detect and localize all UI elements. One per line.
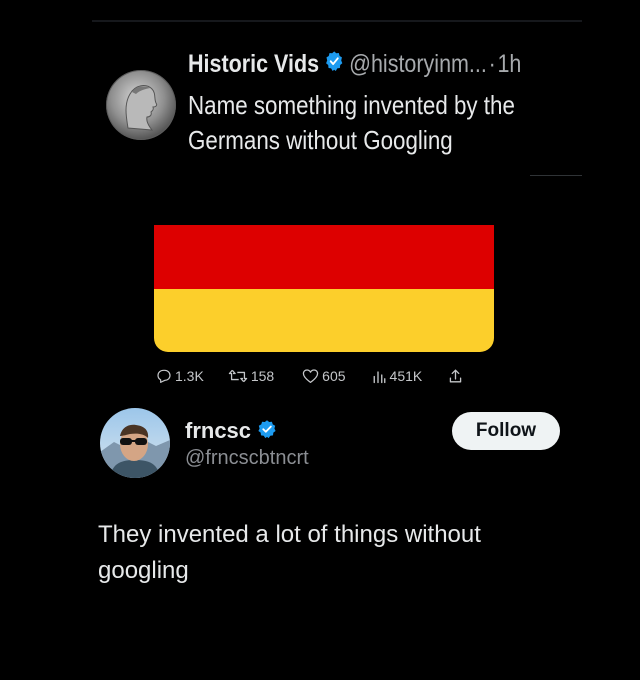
tweet-time[interactable]: 1h: [497, 48, 521, 80]
views-button[interactable]: 451K: [372, 368, 423, 384]
share-icon: [448, 368, 463, 384]
retweet-count: 158: [250, 368, 275, 384]
tweet-action-bar: 1.3K 158 605 451K: [156, 364, 463, 388]
share-button[interactable]: [448, 368, 463, 384]
header-separator: ·: [488, 50, 496, 78]
flag-stripe-red: [154, 225, 494, 289]
reply-author-row: frncsc: [185, 418, 277, 444]
quoted-author-name[interactable]: Historic Vids: [188, 48, 319, 80]
heart-icon: [302, 368, 319, 384]
reply-count: 1.3K: [175, 368, 204, 384]
flag-stripe-black: [154, 162, 494, 226]
quoted-tweet-header: Historic Vids @historyinm... · 1h: [188, 48, 521, 80]
verified-badge-icon: [257, 419, 277, 444]
quoted-tweet-text: Name something invented by the Germans w…: [188, 90, 515, 155]
retweet-icon: [228, 368, 248, 384]
side-divider: [530, 175, 582, 176]
views-chart-icon: [372, 369, 387, 384]
quoted-author-handle[interactable]: @historyinm...: [349, 48, 487, 80]
verified-badge-icon: [325, 48, 344, 80]
retweet-button[interactable]: 158: [228, 368, 274, 384]
historic-vids-avatar[interactable]: [106, 70, 176, 140]
views-count: 451K: [389, 368, 423, 384]
reply-author-handle[interactable]: @frncscbtncrt: [185, 447, 309, 470]
follow-button[interactable]: Follow: [452, 412, 560, 450]
like-count: 605: [322, 368, 346, 384]
flag-stripe-gold: [154, 288, 494, 352]
german-flag-image[interactable]: [154, 162, 494, 352]
reply-button[interactable]: 1.3K: [156, 368, 204, 384]
top-divider: [92, 20, 582, 22]
reply-text: They invented a lot of things without go…: [98, 521, 481, 584]
frncsc-avatar[interactable]: [100, 408, 170, 478]
reply-icon: [156, 368, 172, 384]
like-button[interactable]: 605: [302, 368, 346, 384]
reply-author-name[interactable]: frncsc: [185, 418, 251, 444]
